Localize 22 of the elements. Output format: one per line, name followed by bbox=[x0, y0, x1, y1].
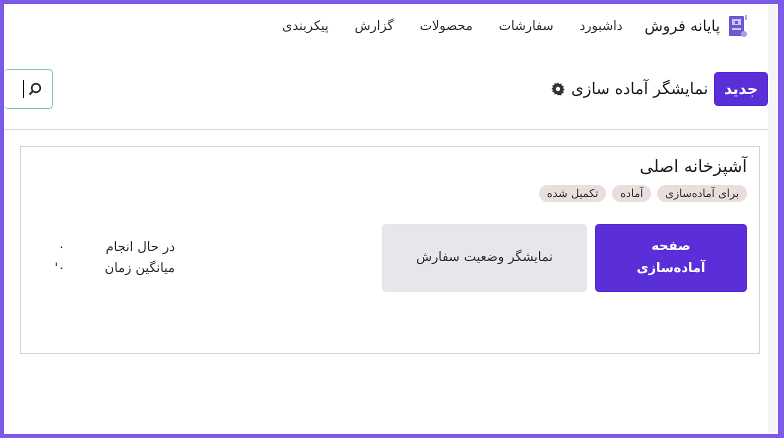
stat-label: میانگین زمان bbox=[104, 261, 175, 276]
page-title: نمایشگر آماده سازی bbox=[571, 79, 708, 98]
new-button[interactable]: جدید bbox=[714, 72, 768, 106]
nav-item[interactable]: سفارشات bbox=[498, 18, 554, 34]
search-field[interactable] bbox=[4, 68, 53, 108]
settings-icon[interactable] bbox=[551, 82, 566, 96]
stat-label: در حال انجام bbox=[104, 240, 175, 255]
nav-item[interactable]: پیکربندی bbox=[282, 18, 329, 34]
nav-item[interactable]: گزارش bbox=[354, 18, 394, 34]
app-name[interactable]: پایانه فروش bbox=[644, 17, 720, 35]
search-icon bbox=[28, 82, 42, 96]
nav-item[interactable]: داشبورد bbox=[580, 18, 623, 34]
stat-value: ۰' bbox=[53, 261, 65, 276]
status-tag: تکمیل شده bbox=[538, 185, 606, 202]
card-title: آشپزخانه اصلی bbox=[638, 157, 747, 177]
status-tag: برای آماده‌سازی bbox=[657, 185, 747, 202]
stat-value: ۰ bbox=[57, 240, 65, 255]
status-tag: آماده bbox=[612, 185, 652, 202]
nav-item[interactable]: محصولات bbox=[420, 18, 473, 34]
display-button[interactable]: نمایشگر وضعیت سفارش bbox=[382, 224, 587, 292]
display-button[interactable]: صفحه آماده‌سازی bbox=[595, 224, 747, 292]
app-logo-icon[interactable] bbox=[728, 14, 748, 38]
